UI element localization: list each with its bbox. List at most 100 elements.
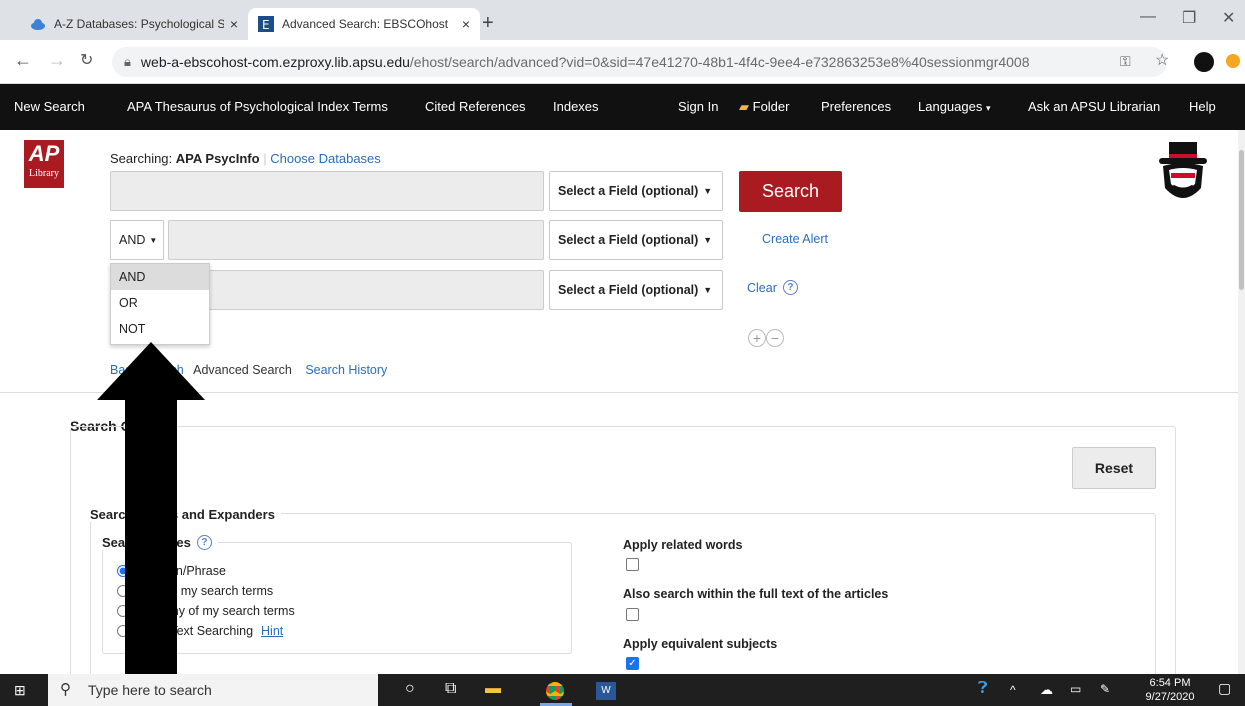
boolean-value: AND (119, 233, 146, 247)
help-tray-icon[interactable]: ❓︎ (978, 680, 988, 698)
windows-taskbar: ⊞ ⚲ Type here to search ○ ⧉ ▬ W ❓︎ ^ ☁ ▭… (0, 674, 1245, 706)
help-icon[interactable]: ? (196, 535, 212, 550)
address-bar[interactable]: 🔒︎ web-a-ebscohost-com.ezproxy.lib.apsu.… (112, 47, 1167, 77)
advanced-search-page: AP Library Searching: APA PsycInfo | Cho… (0, 130, 1238, 674)
remove-row-icon[interactable]: − (766, 329, 784, 347)
clock-date: 9/27/2020 (1145, 691, 1195, 703)
boolean-select-2[interactable]: AND ▼ (110, 220, 164, 260)
url-path: /ehost/search/advanced?vid=0&sid=47e4127… (409, 54, 1030, 70)
minimize-icon[interactable]: — (1140, 8, 1156, 26)
expander-related-words-label: Apply related words (623, 538, 743, 552)
folder-icon: ▰ (739, 99, 749, 114)
field-select-3[interactable]: Select a Field (optional) ▼ (549, 270, 723, 310)
choose-databases-link[interactable]: Choose Databases (270, 151, 381, 166)
search-history-link[interactable]: Search History (305, 363, 387, 377)
clear-link[interactable]: Clear (747, 281, 777, 295)
file-explorer-icon[interactable]: ▬ (485, 680, 501, 698)
word-icon[interactable]: W (596, 682, 616, 700)
back-icon[interactable]: ← (14, 50, 32, 71)
star-icon[interactable]: ☆ (1155, 50, 1169, 70)
profile-avatar[interactable] (1194, 52, 1214, 72)
nav-folder[interactable]: ▰ Folder (739, 99, 789, 115)
forward-icon[interactable]: → (48, 50, 66, 71)
caret-down-icon: ▼ (703, 285, 713, 295)
restore-icon[interactable]: ❐ (1182, 8, 1196, 28)
logo-text: Library (29, 168, 59, 179)
close-window-icon[interactable]: ✕ (1222, 8, 1235, 28)
search-input-2[interactable] (168, 220, 544, 260)
nav-sign-in[interactable]: Sign In (678, 99, 718, 114)
reload-icon[interactable]: ↻ (80, 50, 93, 70)
windows-start-icon[interactable]: ⊞ (14, 682, 26, 699)
nav-help[interactable]: Help (1189, 99, 1216, 114)
nav-cited-references[interactable]: Cited References (425, 99, 525, 114)
field-select-1[interactable]: Select a Field (optional) ▼ (549, 171, 723, 211)
hint-link[interactable]: Hint (261, 624, 283, 638)
folder-label: Folder (752, 99, 790, 114)
svg-text:E: E (262, 18, 270, 32)
add-row-icon[interactable]: + (748, 329, 766, 347)
help-icon[interactable]: ? (782, 280, 798, 295)
nav-preferences[interactable]: Preferences (821, 99, 891, 114)
search-input-1[interactable] (110, 171, 544, 211)
key-icon[interactable]: ⚿ (1120, 53, 1131, 70)
ebsco-favicon-icon: E (258, 16, 274, 32)
caret-down-icon: ▼ (149, 235, 158, 245)
expander-equivalent-subjects-label: Apply equivalent subjects (623, 637, 778, 651)
arrow-annotation-head (97, 342, 205, 400)
browser-tab-strip: A-Z Databases: Psychological Sci × E Adv… (0, 0, 1245, 40)
searching-line: Searching: APA PsycInfo | Choose Databas… (110, 151, 381, 166)
create-alert-link[interactable]: Create Alert (762, 232, 828, 246)
tab-advanced-search[interactable]: E Advanced Search: EBSCOhost × (248, 8, 480, 40)
caret-down-icon: ▼ (703, 186, 713, 196)
arrow-annotation-shaft (125, 398, 177, 674)
notifications-icon[interactable]: ▢ (1218, 680, 1231, 697)
nav-thesaurus[interactable]: APA Thesaurus of Psychological Index Ter… (127, 99, 388, 114)
onedrive-cloud-icon[interactable]: ☁ (1040, 682, 1053, 698)
cortana-icon[interactable]: ○ (405, 680, 415, 698)
clock[interactable]: 6:54 PM 9/27/2020 (1140, 676, 1200, 704)
chrome-icon[interactable] (546, 682, 564, 700)
ebsco-top-nav: New Search APA Thesaurus of Psychologica… (0, 84, 1245, 130)
nav-new-search[interactable]: New Search (14, 99, 85, 114)
lock-icon: 🔒︎ (124, 54, 131, 69)
pen-icon[interactable]: ✎ (1100, 682, 1110, 696)
tab-az-databases[interactable]: A-Z Databases: Psychological Sci × (20, 8, 248, 40)
menu-item-or[interactable]: OR (111, 290, 209, 316)
related-words-checkbox[interactable] (626, 558, 639, 571)
searching-label: Searching: (110, 151, 173, 166)
nav-languages[interactable]: Languages ▾ (918, 99, 991, 114)
equivalent-subjects-checkbox[interactable]: ✓ (626, 657, 639, 670)
url-host: web-a-ebscohost-com.ezproxy.lib.apsu.edu (140, 54, 410, 70)
expander-full-text-label: Also search within the full text of the … (623, 587, 889, 601)
searching-database: APA PsycInfo (175, 151, 260, 166)
tab-title: A-Z Databases: Psychological Sci (54, 17, 224, 31)
browser-toolbar: ← → ↻ 🔒︎ web-a-ebscohost-com.ezproxy.lib… (0, 40, 1245, 84)
reset-button[interactable]: Reset (1072, 447, 1156, 489)
full-text-checkbox[interactable] (626, 608, 639, 621)
search-input-3[interactable] (168, 270, 544, 310)
search-icon: ⚲ (60, 681, 71, 698)
extension-icon[interactable] (1226, 54, 1240, 68)
field-select-label: Select a Field (optional) (558, 184, 699, 198)
clear-control[interactable]: Clear? (747, 280, 798, 295)
clock-time: 6:54 PM (1149, 677, 1191, 689)
nav-ask-librarian[interactable]: Ask an APSU Librarian (1028, 99, 1160, 114)
library-logo[interactable]: AP Library (24, 140, 64, 188)
search-button[interactable]: Search (739, 171, 842, 212)
tab-title: Advanced Search: EBSCOhost (282, 17, 449, 31)
chevron-up-icon[interactable]: ^ (1010, 683, 1016, 697)
field-select-2[interactable]: Select a Field (optional) ▼ (549, 220, 723, 260)
task-view-icon[interactable]: ⧉ (445, 680, 456, 698)
new-tab-button[interactable]: + (482, 12, 494, 35)
tab-close-icon[interactable]: × (462, 16, 470, 32)
menu-item-and[interactable]: AND (111, 264, 209, 290)
taskbar-search-box[interactable]: ⚲ Type here to search (48, 674, 378, 706)
advanced-search-current: Advanced Search (193, 363, 292, 377)
scrollbar-thumb[interactable] (1239, 150, 1244, 290)
tab-close-icon[interactable]: × (230, 16, 238, 32)
battery-icon[interactable]: ▭ (1070, 682, 1081, 696)
nav-indexes[interactable]: Indexes (553, 99, 599, 114)
menu-item-not[interactable]: NOT (111, 316, 209, 342)
ap-logo-mark: AP (28, 141, 60, 166)
